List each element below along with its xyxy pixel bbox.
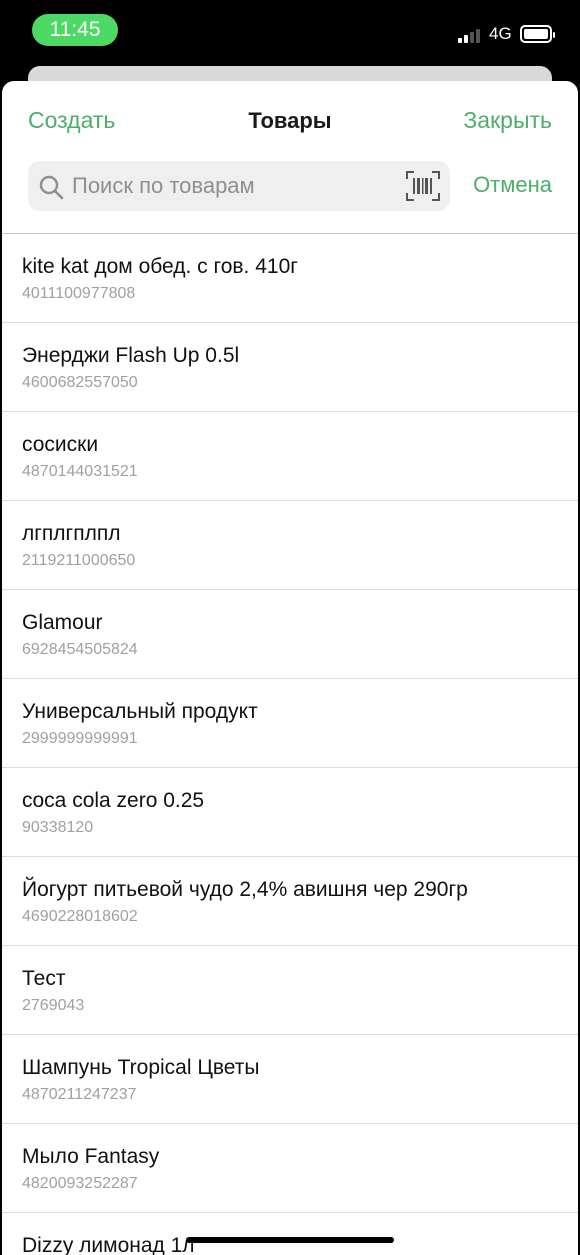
list-item[interactable]: Dizzy лимонад 1л: [2, 1213, 578, 1255]
product-name: Glamour: [22, 611, 103, 634]
product-name: сосиски: [22, 433, 99, 456]
list-item[interactable]: Glamour 6928454505824: [2, 590, 578, 679]
list-item[interactable]: Тест 2769043: [2, 946, 578, 1035]
product-name: Мыло Fantasy: [22, 1145, 160, 1168]
barcode-scan-icon[interactable]: [406, 171, 440, 201]
search-bar[interactable]: [28, 161, 450, 211]
create-button[interactable]: Создать: [28, 107, 115, 134]
product-name: Йогурт питьевой чудо 2,4% авишня чер 290…: [22, 878, 468, 901]
product-name: Универсальный продукт: [22, 700, 258, 723]
product-barcode: 4600682557050: [22, 374, 138, 391]
product-name: Тест: [22, 967, 66, 990]
products-sheet: Создать Товары Закрыть Отмена kite kat д…: [2, 81, 578, 1255]
product-name: Шампунь Tropical Цветы: [22, 1056, 260, 1079]
search-input[interactable]: [72, 161, 392, 211]
list-item[interactable]: Универсальный продукт 2999999999991: [2, 679, 578, 768]
status-time[interactable]: 11:45: [32, 14, 118, 46]
product-barcode: 4690228018602: [22, 908, 138, 925]
network-type: 4G: [489, 24, 512, 43]
search-row: Отмена: [2, 159, 578, 233]
battery-icon: [520, 25, 555, 43]
product-barcode: 90338120: [22, 819, 94, 836]
nav-bar: Создать Товары Закрыть: [2, 81, 578, 159]
list-item[interactable]: coca cola zero 0.25 90338120: [2, 768, 578, 857]
close-button[interactable]: Закрыть: [463, 107, 552, 134]
list-item[interactable]: лгплгплпл 2119211000650: [2, 501, 578, 590]
status-bar: 11:45 4G: [0, 0, 580, 62]
list-item[interactable]: Мыло Fantasy 4820093252287: [2, 1124, 578, 1213]
list-item[interactable]: сосиски 4870144031521: [2, 412, 578, 501]
product-barcode: 4870144031521: [22, 463, 138, 480]
product-name: Энерджи Flash Up 0.5l: [22, 344, 240, 367]
product-name: coca cola zero 0.25: [22, 789, 205, 812]
product-name: Dizzy лимонад 1л: [22, 1234, 195, 1255]
product-barcode: 4870211247237: [22, 1086, 137, 1103]
product-barcode: 2999999999991: [22, 730, 138, 747]
product-list: kite kat дом обед. с гов. 410г 401110097…: [2, 234, 578, 1255]
product-barcode: 2769043: [22, 997, 85, 1014]
list-item[interactable]: Йогурт питьевой чудо 2,4% авишня чер 290…: [2, 857, 578, 946]
product-name: kite kat дом обед. с гов. 410г: [22, 255, 298, 278]
list-item[interactable]: kite kat дом обед. с гов. 410г 401110097…: [2, 234, 578, 323]
list-item[interactable]: Шампунь Tropical Цветы 4870211247237: [2, 1035, 578, 1124]
product-barcode: 6928454505824: [22, 641, 138, 658]
cancel-button[interactable]: Отмена: [473, 172, 552, 198]
product-name: лгплгплпл: [22, 522, 121, 545]
search-icon: [39, 175, 64, 200]
home-indicator[interactable]: [186, 1237, 394, 1243]
list-item[interactable]: Энерджи Flash Up 0.5l 4600682557050: [2, 323, 578, 412]
product-barcode: 4011100977808: [22, 285, 136, 302]
product-barcode: 2119211000650: [22, 552, 136, 569]
cellular-signal-icon: [458, 27, 480, 43]
product-barcode: 4820093252287: [22, 1175, 138, 1192]
